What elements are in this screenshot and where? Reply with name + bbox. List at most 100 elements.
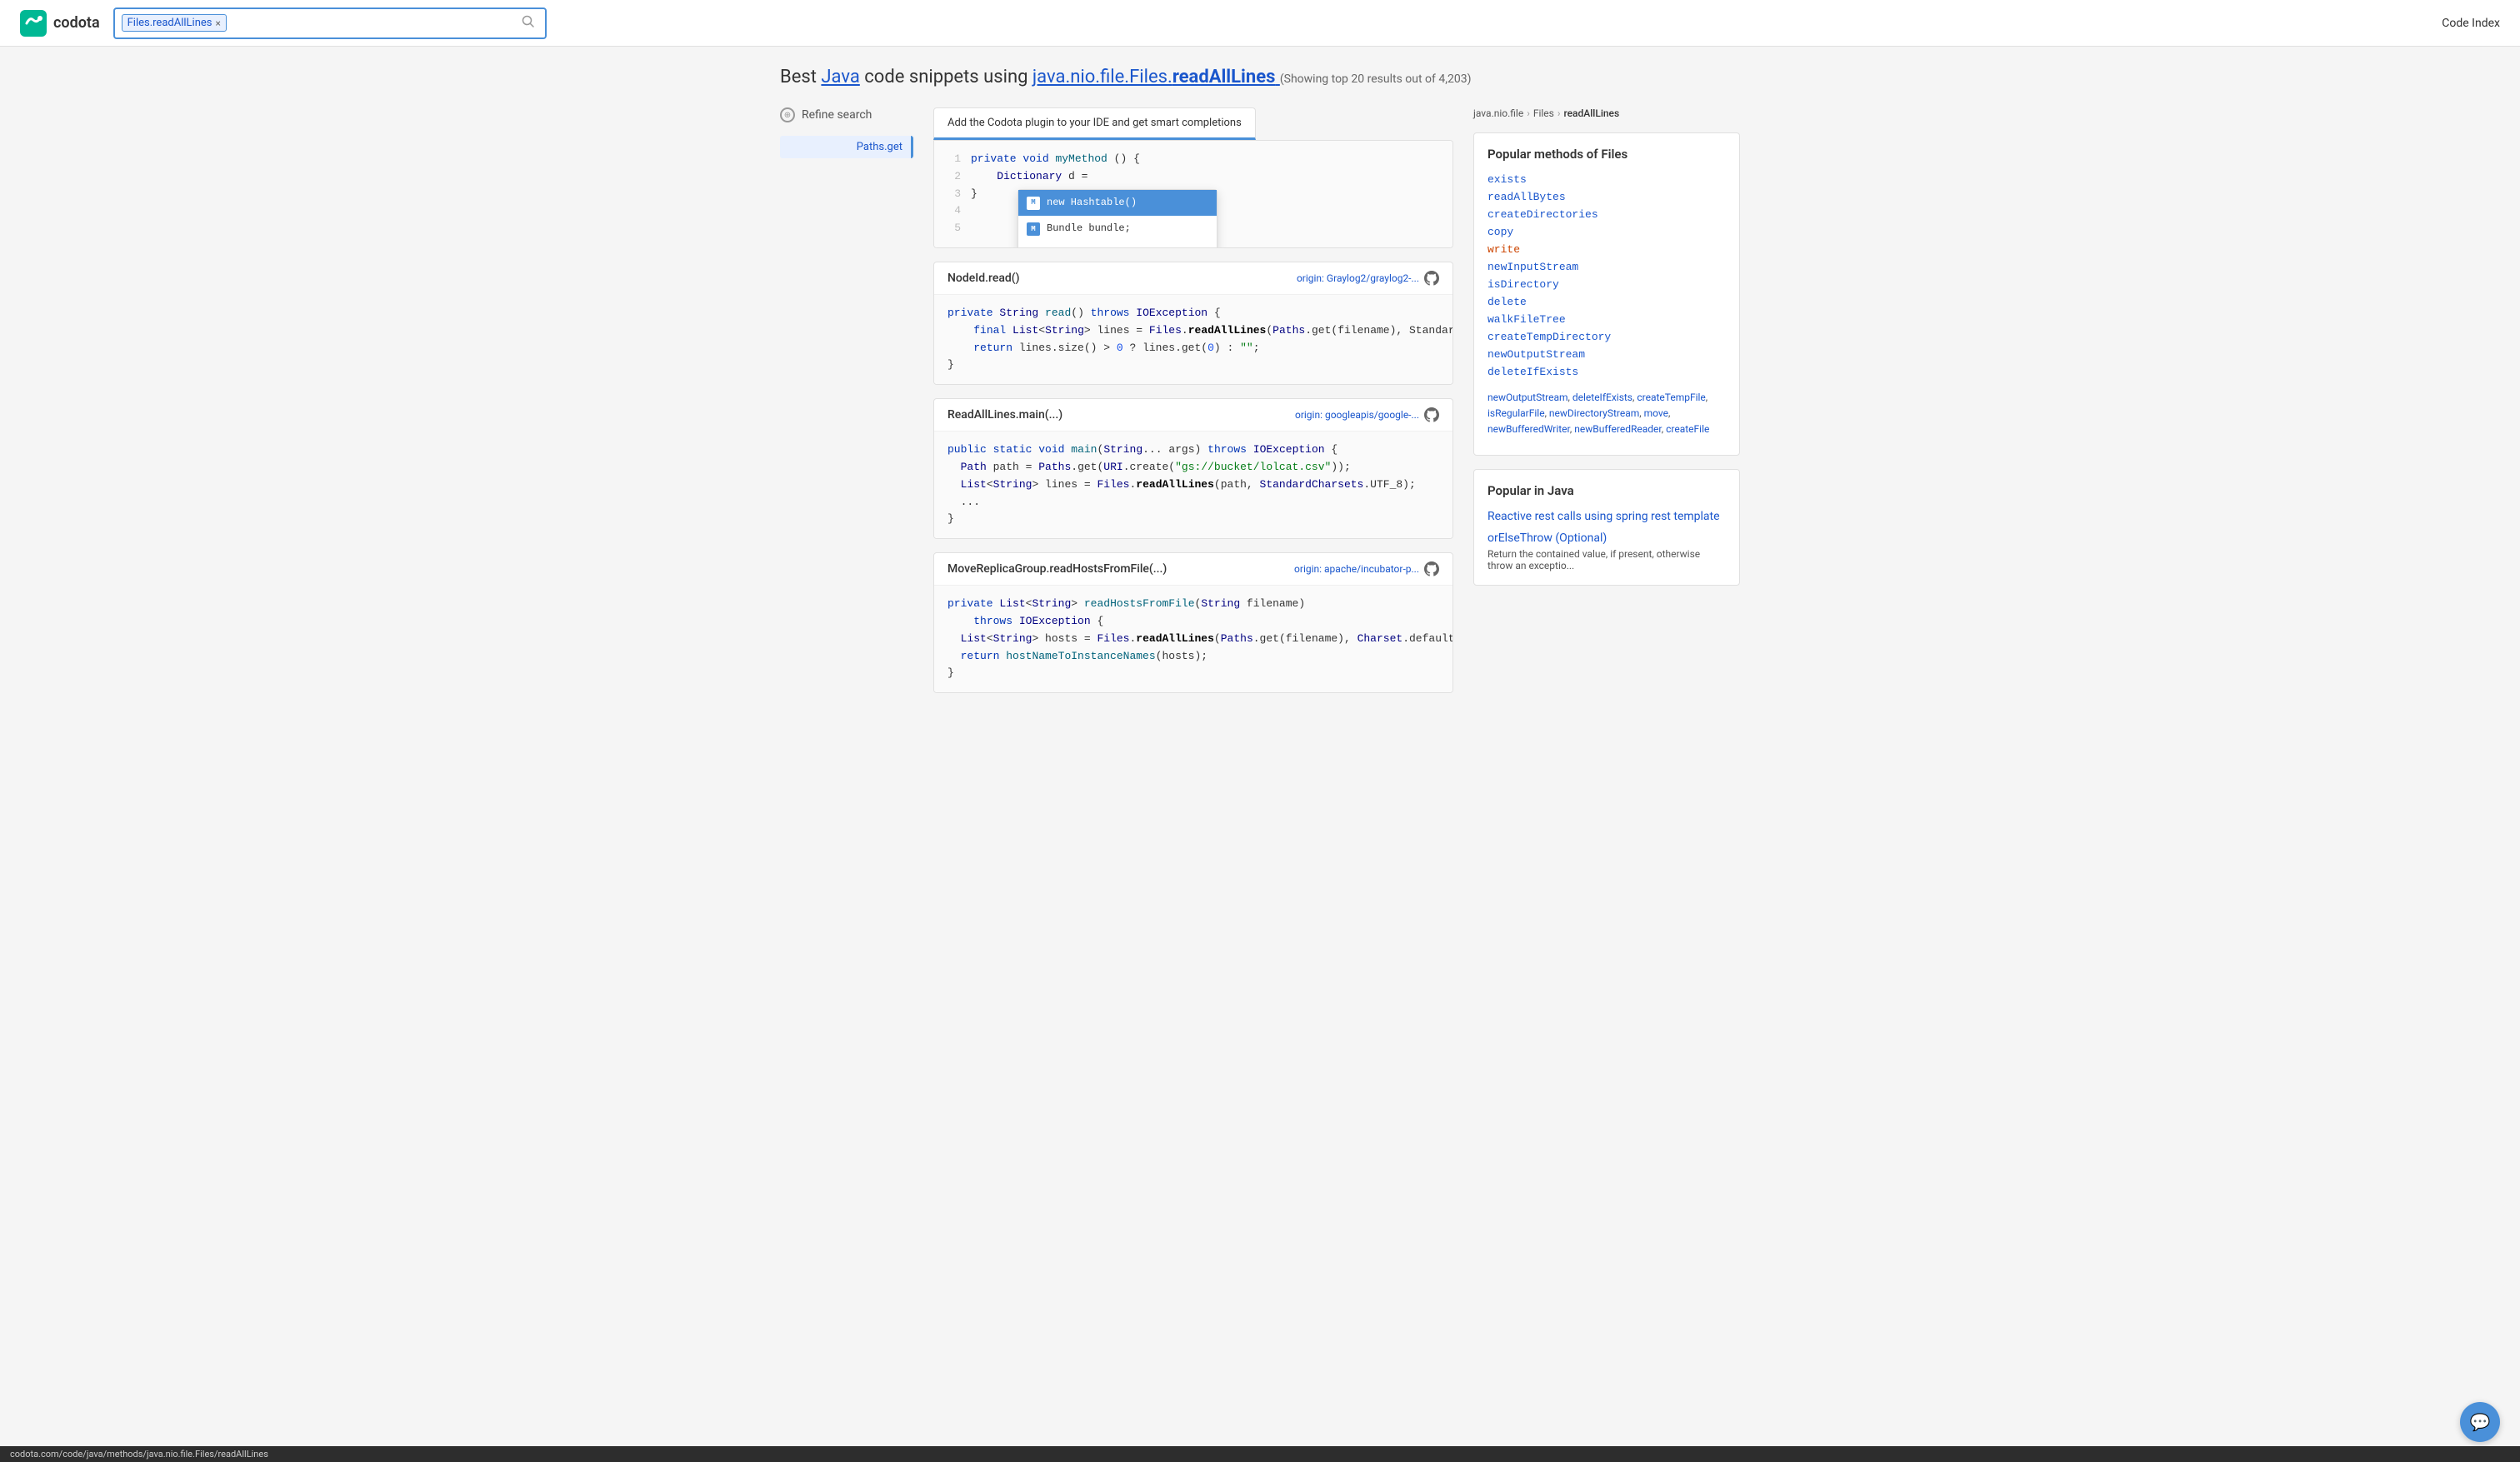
autocomplete-item-0[interactable]: M new Hashtable() (1018, 190, 1217, 216)
logo[interactable]: codota (20, 10, 100, 37)
chat-icon: 💬 (2470, 1412, 2491, 1432)
code-card-header-1: NodeId.read() origin: Graylog2/graylog2-… (934, 262, 1452, 295)
code-card-1: NodeId.read() origin: Graylog2/graylog2-… (933, 262, 1453, 385)
method-list: exists readAllBytes createDirectories co… (1488, 173, 1726, 378)
sidebar-filter-paths-get[interactable]: Paths.get (780, 136, 913, 158)
code-line: Path path = Paths.get(URI.create("gs://b… (948, 459, 1439, 477)
ac-suggestion-text: Bundle bundle; (1047, 221, 1131, 237)
breadcrumb-part1[interactable]: java.nio.file (1473, 107, 1523, 119)
popular-java-panel: Popular in Java Reactive rest calls usin… (1473, 469, 1740, 586)
search-button[interactable] (518, 12, 538, 35)
code-card-title-2: ReadAllLines.main(...) (948, 408, 1062, 422)
autocomplete-popup: M new Hashtable() M Bundle bundle; bundl… (1018, 189, 1218, 247)
search-input[interactable] (232, 17, 513, 30)
link-move[interactable]: move (1644, 407, 1668, 419)
chat-button[interactable]: 💬 (2460, 1402, 2500, 1442)
code-line: List<String> hosts = Files.readAllLines(… (948, 631, 1439, 648)
main-content: Best Java code snippets using java.nio.f… (760, 47, 1760, 706)
code-index-link[interactable]: Code Index (2442, 17, 2500, 30)
autocomplete-item-2[interactable]: bundle.getHeaders() (1018, 242, 1217, 247)
code-block-2: public static void main(String... args) … (934, 432, 1452, 538)
code-block-1: private String read() throws IOException… (934, 295, 1452, 384)
github-icon-3[interactable] (1424, 561, 1439, 576)
logo-icon (20, 10, 47, 37)
method-item-deleteIfExists[interactable]: deleteIfExists (1488, 366, 1726, 378)
popular-article-link-0[interactable]: Reactive rest calls using spring rest te… (1488, 510, 1720, 523)
ide-banner-text: Add the Codota plugin to your IDE and ge… (948, 117, 1242, 129)
link-createTempFile[interactable]: createTempFile (1637, 392, 1705, 403)
search-tag-text: Files.readAllLines (128, 17, 212, 29)
code-card-header-3: MoveReplicaGroup.readHostsFromFile(...) … (934, 553, 1452, 586)
code-card-3: MoveReplicaGroup.readHostsFromFile(...) … (933, 552, 1453, 693)
method-item-newOutputStream[interactable]: newOutputStream (1488, 348, 1726, 361)
link-newBufferedWriter[interactable]: newBufferedWriter (1488, 423, 1570, 435)
code-line: private List<String> readHostsFromFile(S… (948, 596, 1439, 613)
code-line: return hostNameToInstanceNames(hosts); (948, 648, 1439, 666)
method-item-walkFileTree[interactable]: walkFileTree (1488, 313, 1726, 326)
refine-search[interactable]: ⊕ Refine search (780, 107, 913, 122)
method-item-createDirectories[interactable]: createDirectories (1488, 208, 1726, 221)
origin-link-3[interactable]: origin: apache/incubator-p... (1294, 563, 1419, 575)
header: codota Files.readAllLines × Code Index (0, 0, 2520, 47)
ac-method-icon: M (1027, 197, 1040, 210)
logo-text: codota (53, 14, 100, 32)
code-card-title-1: NodeId.read() (948, 272, 1020, 285)
code-block-3: private List<String> readHostsFromFile(S… (934, 586, 1452, 692)
status-bar: codota.com/code/java/methods/java.nio.fi… (0, 1446, 2520, 1462)
code-card-header-2: ReadAllLines.main(...) origin: googleapi… (934, 399, 1452, 432)
link-createFile[interactable]: createFile (1666, 423, 1709, 435)
breadcrumb-current: readAllLines (1563, 107, 1619, 119)
refine-label: Refine search (802, 108, 872, 122)
link-deleteIfExists[interactable]: deleteIfExists (1572, 392, 1632, 403)
search-tag[interactable]: Files.readAllLines × (122, 14, 227, 32)
github-icon-2[interactable] (1424, 407, 1439, 422)
method-item-write[interactable]: write (1488, 243, 1726, 256)
code-card-title-3: MoveReplicaGroup.readHostsFromFile(...) (948, 562, 1167, 576)
method-item-isDirectory[interactable]: isDirectory (1488, 278, 1726, 291)
origin-link-1[interactable]: origin: Graylog2/graylog2-... (1297, 272, 1419, 284)
breadcrumb-sep2: › (1558, 107, 1561, 119)
class-path-link[interactable]: java.nio.file.Files.readAllLines (1032, 67, 1280, 87)
origin-link-2[interactable]: origin: googleapis/google-... (1295, 409, 1419, 421)
ac-suggestion-text: new Hashtable() (1047, 195, 1137, 211)
code-line: throws IOException { (948, 613, 1439, 631)
link-isRegularFile[interactable]: isRegularFile (1488, 407, 1545, 419)
title-middle: code snippets using (864, 67, 1028, 87)
code-line: private String read() throws IOException… (948, 305, 1439, 322)
left-sidebar: ⊕ Refine search Paths.get (780, 107, 913, 706)
code-line: } (948, 357, 1439, 374)
code-line: final List<String> lines = Files.readAll… (948, 322, 1439, 340)
code-line: 1 private void myMethod () { (948, 151, 1439, 168)
code-card-origin-3: origin: apache/incubator-p... (1294, 561, 1439, 576)
breadcrumb-sep1: › (1527, 107, 1530, 119)
search-bar[interactable]: Files.readAllLines × (113, 7, 547, 39)
breadcrumb-part2[interactable]: Files (1533, 107, 1554, 119)
popular-methods-title: Popular methods of Files (1488, 147, 1726, 162)
code-line: List<String> lines = Files.readAllLines(… (948, 477, 1439, 494)
popular-methods-panel: Popular methods of Files exists readAllB… (1473, 132, 1740, 456)
search-tag-close-icon[interactable]: × (215, 17, 220, 29)
code-card-origin-1: origin: Graylog2/graylog2-... (1297, 271, 1439, 286)
popular-article-link-1[interactable]: orElseThrow (Optional) (1488, 531, 1607, 545)
language-link[interactable]: Java (821, 67, 859, 87)
autocomplete-item-1[interactable]: M Bundle bundle; (1018, 216, 1217, 242)
ac-method-icon: M (1027, 222, 1040, 236)
method-item-createTempDirectory[interactable]: createTempDirectory (1488, 331, 1726, 343)
result-count: (Showing top 20 results out of 4,203) (1280, 72, 1472, 86)
github-icon-1[interactable] (1424, 271, 1439, 286)
method-item-exists[interactable]: exists (1488, 173, 1726, 186)
ide-banner[interactable]: Add the Codota plugin to your IDE and ge… (933, 107, 1256, 140)
link-newDirectoryStream[interactable]: newDirectoryStream (1549, 407, 1639, 419)
method-item-copy[interactable]: copy (1488, 226, 1726, 238)
search-icon (522, 15, 535, 28)
link-newOutputStream[interactable]: newOutputStream (1488, 392, 1568, 403)
code-line: } (948, 665, 1439, 682)
sidebar-filter-label: Paths.get (857, 141, 902, 153)
code-line: } (948, 511, 1439, 528)
link-newBufferedReader[interactable]: newBufferedReader (1574, 423, 1662, 435)
method-name: readAllLines (1172, 67, 1276, 87)
method-item-readAllBytes[interactable]: readAllBytes (1488, 191, 1726, 203)
method-item-newInputStream[interactable]: newInputStream (1488, 261, 1726, 273)
code-line: return lines.size() > 0 ? lines.get(0) :… (948, 340, 1439, 357)
method-item-delete[interactable]: delete (1488, 296, 1726, 308)
